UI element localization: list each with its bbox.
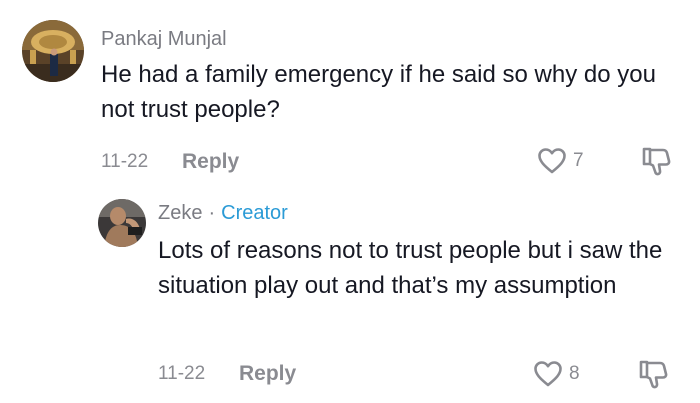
reply-button[interactable]: Reply bbox=[182, 150, 239, 174]
thumbs-down-outline-icon bbox=[639, 360, 668, 389]
reply-text: Lots of reasons not to trust people but … bbox=[158, 237, 663, 299]
reply-date: 11-22 bbox=[158, 363, 206, 384]
reply-item: Zeke · Creator Lots of reasons not to trus… bbox=[0, 190, 700, 403]
like-count: 7 bbox=[573, 150, 584, 171]
like-button[interactable]: 7 bbox=[537, 147, 584, 175]
comment-item: Pankaj Munjal He had a family emergency … bbox=[0, 0, 700, 190]
reply-username-line: Zeke · Creator bbox=[158, 202, 288, 225]
dislike-button[interactable] bbox=[640, 145, 672, 182]
comment-username[interactable]: Pankaj Munjal bbox=[101, 28, 227, 51]
heart-outline-icon bbox=[538, 148, 566, 174]
thumbs-down-outline-icon bbox=[642, 147, 671, 176]
like-count: 8 bbox=[569, 363, 580, 384]
avatar-photo-icon bbox=[98, 199, 146, 247]
avatar-photo-icon bbox=[22, 20, 84, 82]
dislike-button[interactable] bbox=[637, 358, 669, 395]
comment-text: He had a family emergency if he said so … bbox=[101, 61, 656, 123]
like-button[interactable]: 8 bbox=[533, 360, 580, 388]
reply-username[interactable]: Zeke bbox=[158, 202, 202, 224]
heart-outline-icon bbox=[534, 361, 562, 387]
comment-date: 11-22 bbox=[101, 151, 149, 172]
avatar[interactable] bbox=[98, 199, 146, 247]
reply-button[interactable]: Reply bbox=[239, 362, 296, 386]
creator-badge: Creator bbox=[221, 202, 288, 224]
separator-dot: · bbox=[208, 202, 216, 224]
avatar[interactable] bbox=[22, 20, 84, 82]
